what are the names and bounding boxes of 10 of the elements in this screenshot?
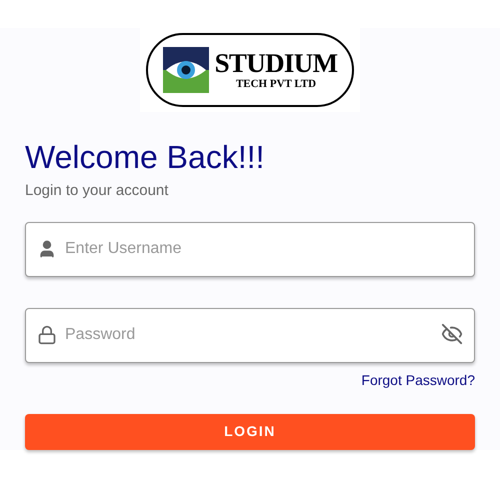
username-field[interactable]: Enter Username (25, 222, 475, 276)
subtitle: Login to your account (25, 181, 170, 201)
toggle-visibility-button[interactable] (441, 322, 463, 344)
welcome-title: Welcome Back!!! (25, 138, 266, 176)
logo-name: STUDIUM (214, 50, 338, 77)
logo-tagline: TECH PVT LTD (236, 79, 316, 90)
password-field[interactable]: Password (25, 308, 475, 362)
lock-icon (37, 324, 57, 344)
forgot-password-link[interactable]: Forgot Password? (361, 370, 475, 390)
eye-logo-icon (162, 47, 209, 93)
